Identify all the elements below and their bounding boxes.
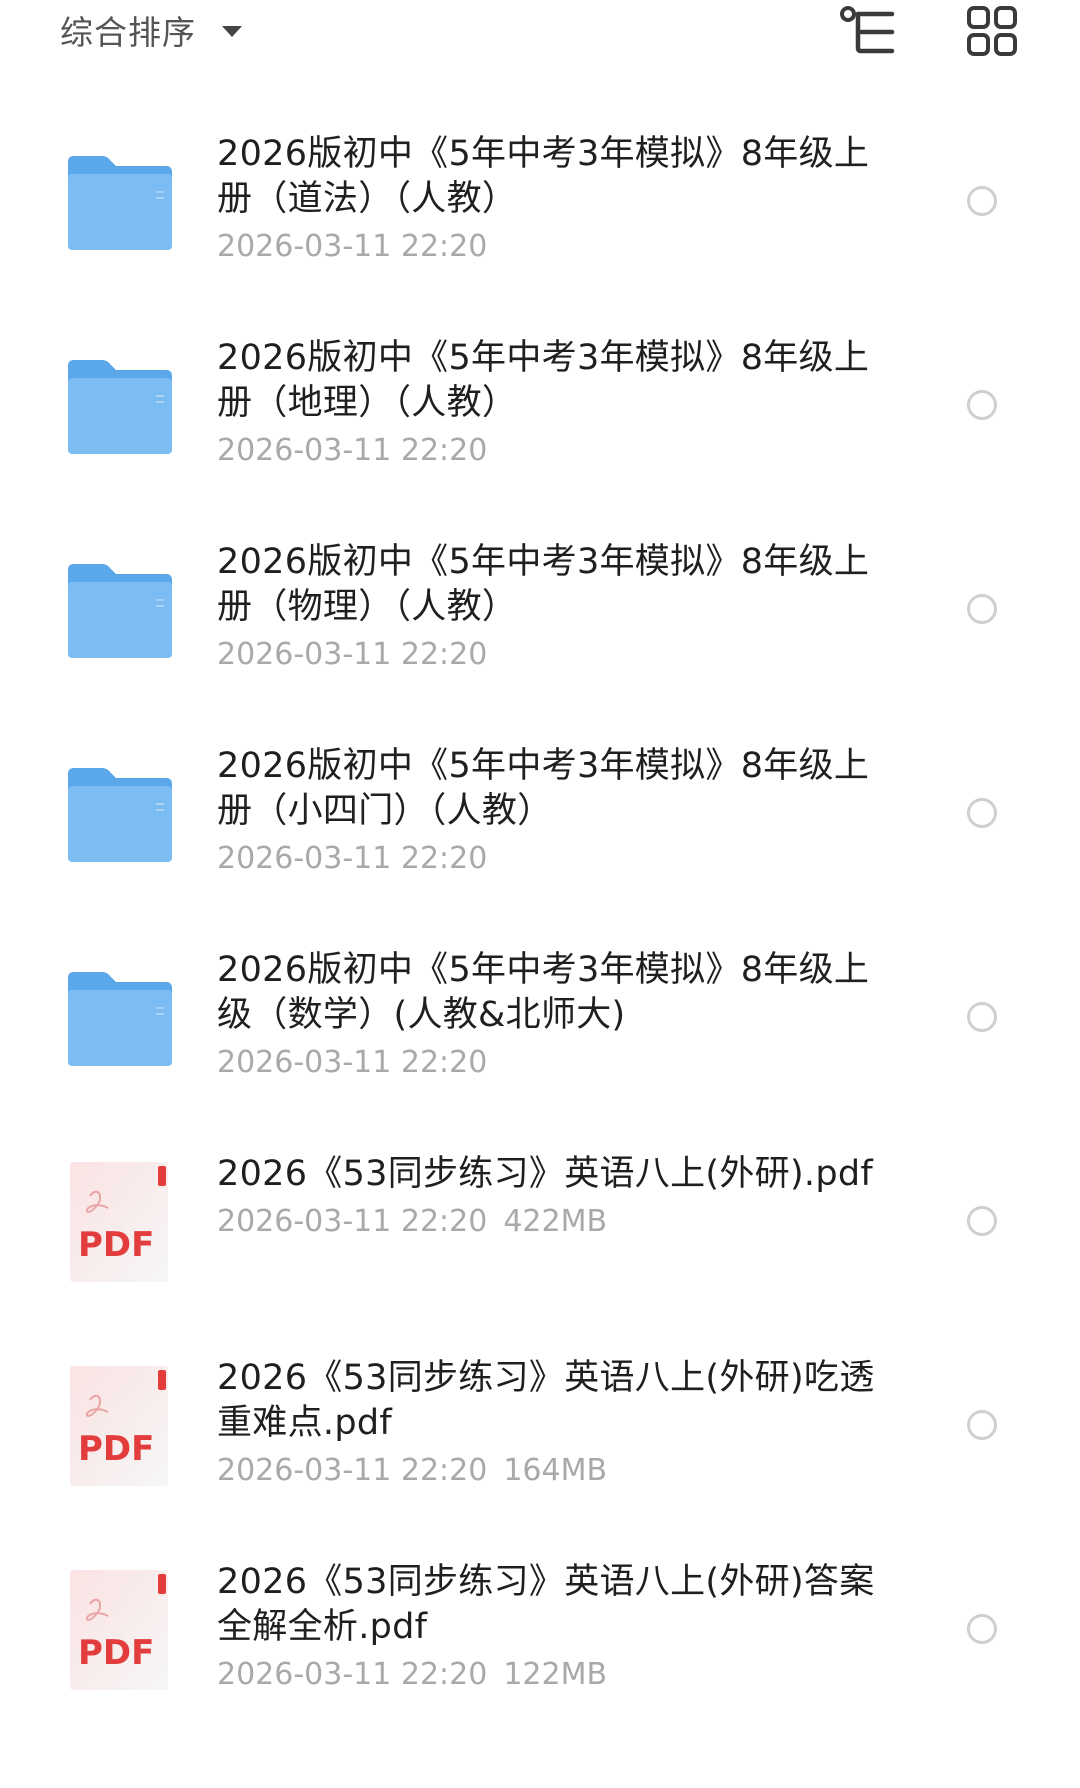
grid-view-icon[interactable] xyxy=(962,4,1022,58)
folder-icon xyxy=(62,556,178,666)
file-name: 2026版初中《5年中考3年模拟》8年级上册（小四门）（人教） xyxy=(217,746,870,831)
folder-icon xyxy=(62,148,178,258)
file-info: 2026《53同步练习》英语八上(外研)吃透重难点.pdf 2026-03-11… xyxy=(217,1356,877,1491)
file-meta: 2026-03-11 22:20 164MB xyxy=(217,1451,877,1491)
folder-icon xyxy=(62,964,178,1074)
toolbar: 综合排序 xyxy=(0,0,1080,70)
file-meta: 2026-03-11 22:20 xyxy=(217,431,877,471)
file-size: 422MB xyxy=(503,1204,608,1239)
file-row[interactable]: 2026版初中《5年中考3年模拟》8年级上册（小四门）（人教） 2026-03-… xyxy=(0,722,1080,926)
file-info: 2026版初中《5年中考3年模拟》8年级上册（小四门）（人教） 2026-03-… xyxy=(217,744,877,879)
file-meta: 2026-03-11 22:20 xyxy=(217,839,877,879)
pdf-badge-text: PDF xyxy=(78,1225,154,1265)
file-info: 2026版初中《5年中考3年模拟》8年级上册（地理）（人教） 2026-03-1… xyxy=(217,336,877,471)
select-radio[interactable] xyxy=(967,1206,997,1236)
tree-view-icon[interactable] xyxy=(838,4,898,58)
pdf-badge-text: PDF xyxy=(78,1633,154,1673)
file-date: 2026-03-11 22:20 xyxy=(217,229,488,264)
file-meta: 2026-03-11 22:20 xyxy=(217,227,877,267)
file-meta: 2026-03-11 22:20 422MB xyxy=(217,1202,877,1242)
file-name: 2026版初中《5年中考3年模拟》8年级上册（地理）（人教） xyxy=(217,338,870,423)
select-radio[interactable] xyxy=(967,1002,997,1032)
file-row[interactable]: PDF 2026《53同步练习》英语八上(外研).pdf 2026-03-11 … xyxy=(0,1130,1080,1334)
file-row[interactable]: PDF 2026《53同步练习》英语八上(外研)吃透重难点.pdf 2026-0… xyxy=(0,1334,1080,1538)
file-info: 2026《53同步练习》英语八上(外研).pdf 2026-03-11 22:2… xyxy=(217,1152,877,1242)
pdf-file-icon: PDF xyxy=(68,1160,172,1284)
file-row[interactable]: 2026版初中《5年中考3年模拟》8年级上册（地理）（人教） 2026-03-1… xyxy=(0,314,1080,518)
file-name: 2026版初中《5年中考3年模拟》8年级上册（物理）（人教） xyxy=(217,542,870,627)
select-radio[interactable] xyxy=(967,594,997,624)
file-list: 2026版初中《5年中考3年模拟》8年级上册（道法）（人教） 2026-03-1… xyxy=(0,110,1080,1742)
file-name: 2026版初中《5年中考3年模拟》8年级上级（数学）(人教&北师大) xyxy=(217,950,870,1035)
folder-icon xyxy=(62,352,178,462)
caret-down-icon xyxy=(222,25,242,37)
file-date: 2026-03-11 22:20 xyxy=(217,841,488,876)
file-meta: 2026-03-11 22:20 122MB xyxy=(217,1655,877,1695)
file-meta: 2026-03-11 22:20 xyxy=(217,635,877,675)
folder-icon xyxy=(62,760,178,870)
pdf-file-icon: PDF xyxy=(68,1568,172,1692)
file-date: 2026-03-11 22:20 xyxy=(217,1045,488,1080)
select-radio[interactable] xyxy=(967,390,997,420)
file-info: 2026版初中《5年中考3年模拟》8年级上级（数学）(人教&北师大) 2026-… xyxy=(217,948,877,1083)
file-info: 2026版初中《5年中考3年模拟》8年级上册（物理）（人教） 2026-03-1… xyxy=(217,540,877,675)
file-info: 2026版初中《5年中考3年模拟》8年级上册（道法）（人教） 2026-03-1… xyxy=(217,132,877,267)
select-radio[interactable] xyxy=(967,1410,997,1440)
file-row[interactable]: 2026版初中《5年中考3年模拟》8年级上册（物理）（人教） 2026-03-1… xyxy=(0,518,1080,722)
file-date: 2026-03-11 22:20 xyxy=(217,637,488,672)
file-size: 164MB xyxy=(503,1453,608,1488)
sort-label: 综合排序 xyxy=(60,13,196,52)
file-date: 2026-03-11 22:20 xyxy=(217,1657,488,1692)
file-row[interactable]: 2026版初中《5年中考3年模拟》8年级上册（道法）（人教） 2026-03-1… xyxy=(0,110,1080,314)
file-size: 122MB xyxy=(503,1657,608,1692)
file-meta: 2026-03-11 22:20 xyxy=(217,1043,877,1083)
file-date: 2026-03-11 22:20 xyxy=(217,1204,488,1239)
file-name: 2026《53同步练习》英语八上(外研)吃透重难点.pdf xyxy=(217,1358,875,1443)
select-radio[interactable] xyxy=(967,1614,997,1644)
file-row[interactable]: PDF 2026《53同步练习》英语八上(外研)答案全解全析.pdf 2026-… xyxy=(0,1538,1080,1742)
file-name: 2026《53同步练习》英语八上(外研).pdf xyxy=(217,1154,873,1194)
file-date: 2026-03-11 22:20 xyxy=(217,1453,488,1488)
file-info: 2026《53同步练习》英语八上(外研)答案全解全析.pdf 2026-03-1… xyxy=(217,1560,877,1695)
select-radio[interactable] xyxy=(967,798,997,828)
file-name: 2026版初中《5年中考3年模拟》8年级上册（道法）（人教） xyxy=(217,134,870,219)
file-date: 2026-03-11 22:20 xyxy=(217,433,488,468)
file-row[interactable]: 2026版初中《5年中考3年模拟》8年级上级（数学）(人教&北师大) 2026-… xyxy=(0,926,1080,1130)
pdf-file-icon: PDF xyxy=(68,1364,172,1488)
pdf-badge-text: PDF xyxy=(78,1429,154,1469)
select-radio[interactable] xyxy=(967,186,997,216)
file-name: 2026《53同步练习》英语八上(外研)答案全解全析.pdf xyxy=(217,1562,875,1647)
sort-dropdown-button[interactable]: 综合排序 xyxy=(60,6,242,54)
